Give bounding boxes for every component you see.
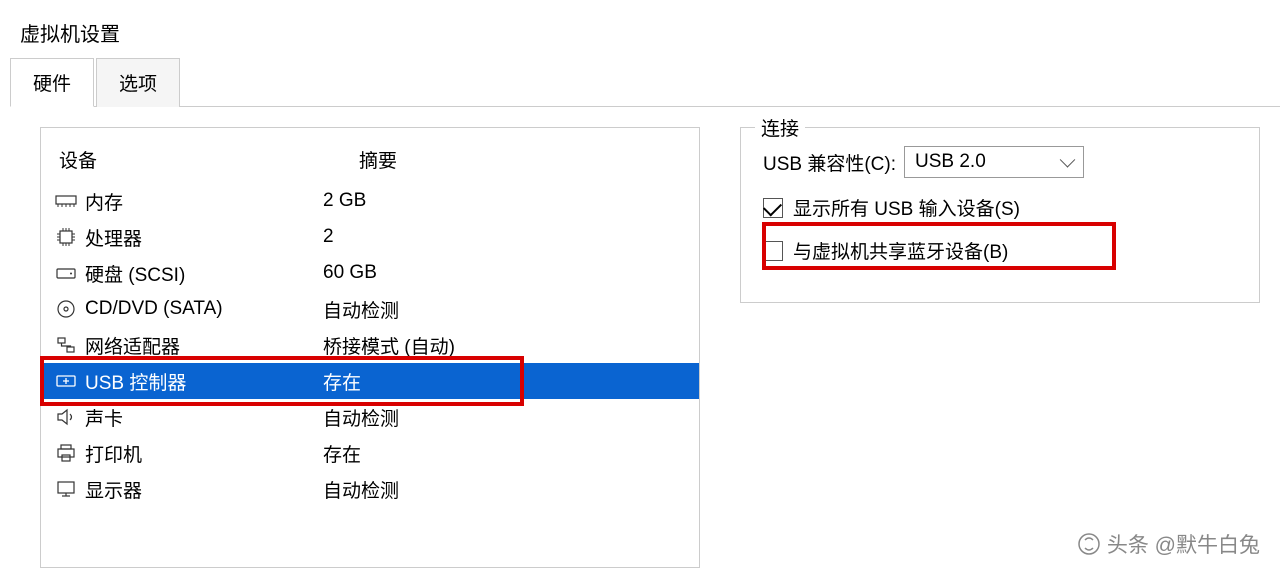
device-summary: 桥接模式 (自动) [323,332,687,359]
device-list-header: 设备 摘要 [41,140,699,183]
device-label: 网络适配器 [85,332,180,359]
column-header-device[interactable]: 设备 [59,146,359,173]
disk-icon [53,262,79,284]
device-summary: 2 [323,226,687,248]
device-row-sound[interactable]: 声卡 自动检测 [41,399,699,435]
cpu-icon [53,226,79,248]
usb-compat-value: USB 2.0 [915,151,986,173]
usb-icon [53,370,79,392]
window-title: 虚拟机设置 [0,0,1280,57]
device-label: 显示器 [85,476,142,503]
device-row-memory[interactable]: 内存 2 GB [41,183,699,219]
device-label: 声卡 [85,404,123,431]
device-row-cd[interactable]: CD/DVD (SATA) 自动检测 [41,291,699,327]
device-summary: 自动检测 [323,296,687,323]
connection-legend: 连接 [755,114,805,141]
watermark-text: 头条 @默牛白兔 [1107,529,1260,559]
device-label: 内存 [85,188,123,215]
device-summary: 自动检测 [323,404,687,431]
usb-compat-select[interactable]: USB 2.0 [904,146,1084,178]
show-all-usb-label: 显示所有 USB 输入设备(S) [793,194,1020,221]
device-row-display[interactable]: 显示器 自动检测 [41,471,699,507]
device-label: 硬盘 (SCSI) [85,260,185,287]
sound-icon [53,406,79,428]
checkbox-unchecked-icon [763,241,783,261]
device-label: CD/DVD (SATA) [85,298,223,320]
network-icon [53,334,79,356]
device-list-panel: 设备 摘要 内存 2 GB 处理器 2 [40,127,700,568]
cd-icon [53,298,79,320]
tab-options[interactable]: 选项 [96,58,180,107]
device-summary: 60 GB [323,262,687,284]
column-header-summary[interactable]: 摘要 [359,146,681,173]
show-all-usb-checkbox[interactable]: 显示所有 USB 输入设备(S) [763,192,1237,223]
share-bluetooth-checkbox[interactable]: 与虚拟机共享蓝牙设备(B) [763,235,1237,266]
printer-icon [53,442,79,464]
tab-hardware[interactable]: 硬件 [10,58,94,107]
device-summary: 自动检测 [323,476,687,503]
device-summary: 2 GB [323,190,687,212]
device-row-cpu[interactable]: 处理器 2 [41,219,699,255]
device-label: USB 控制器 [85,368,186,395]
device-row-disk[interactable]: 硬盘 (SCSI) 60 GB [41,255,699,291]
device-summary: 存在 [323,440,687,467]
usb-compat-label: USB 兼容性(C): [763,149,896,176]
display-icon [53,478,79,500]
device-label: 打印机 [85,440,142,467]
device-summary: 存在 [323,368,687,395]
memory-icon [53,190,79,212]
tab-bar: 硬件 选项 [10,57,1280,107]
watermark-icon [1077,532,1101,556]
checkbox-checked-icon [763,198,783,218]
share-bluetooth-label: 与虚拟机共享蓝牙设备(B) [793,237,1008,264]
watermark: 头条 @默牛白兔 [1077,529,1260,559]
device-row-printer[interactable]: 打印机 存在 [41,435,699,471]
connection-panel: 连接 USB 兼容性(C): USB 2.0 显示所有 USB 输入设备(S) … [740,127,1260,568]
device-row-network[interactable]: 网络适配器 桥接模式 (自动) [41,327,699,363]
device-row-usb[interactable]: USB 控制器 存在 [41,363,699,399]
device-label: 处理器 [85,224,142,251]
